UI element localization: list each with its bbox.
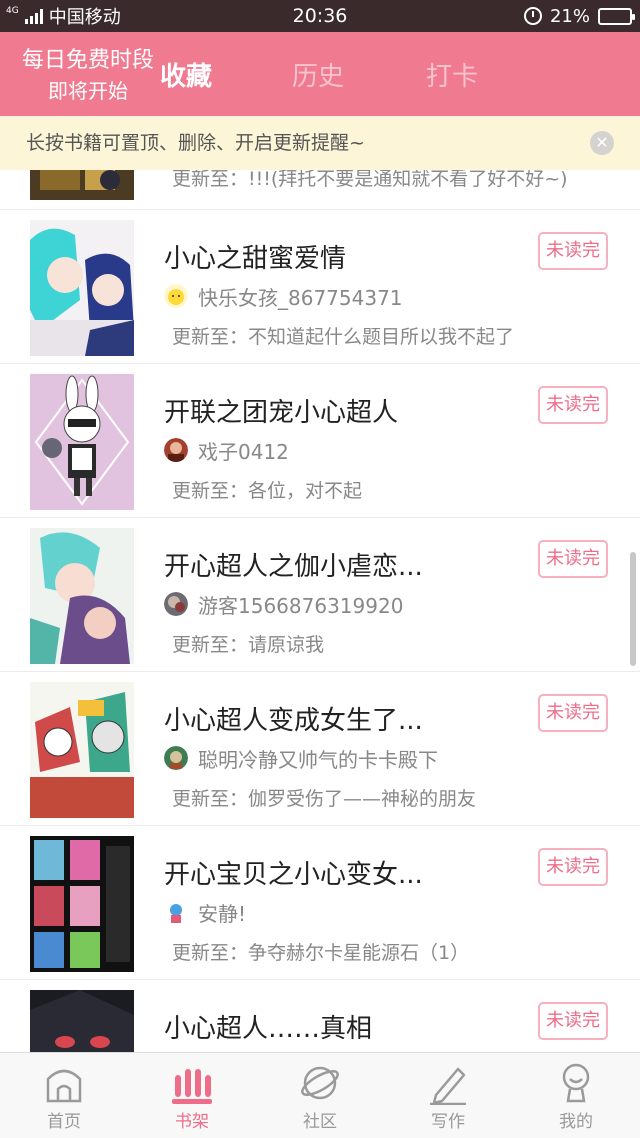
battery-charging-icon (598, 7, 635, 25)
list-item-partial[interactable]: 更新至：!!!(拜托不要是通知就不看了好不好~) (0, 170, 640, 210)
update-text: 更新至：不知道起什么题目所以我不起了 (172, 326, 515, 348)
unread-badge[interactable]: 未读完 (538, 1002, 608, 1040)
nav-home[interactable]: 首页 (0, 1053, 128, 1138)
book-cover (30, 528, 134, 664)
nav-bookshelf[interactable]: 书架 (128, 1053, 256, 1138)
book-title: 开心宝贝之小心变女... (164, 860, 423, 890)
list-item[interactable]: 小心超人……真相 未读完 (0, 980, 640, 1052)
book-cover (30, 374, 134, 510)
author-row: 戏子0412 (164, 436, 289, 464)
nav-label-home: 首页 (47, 1112, 81, 1132)
unread-badge[interactable]: 未读完 (538, 232, 608, 270)
book-title: 开联之团宠小心超人 (164, 398, 399, 428)
list-item[interactable]: 开心超人之伽小虐恋... 游客1566876319920 更新至：请原谅我 未读… (0, 518, 640, 672)
free-period-promo[interactable]: 每日免费时段 即将开始 (14, 46, 162, 106)
promo-line-1: 每日免费时段 (21, 48, 154, 73)
author-name: 游客1566876319920 (198, 593, 404, 618)
nav-label-community: 社区 (303, 1112, 337, 1132)
app-root: 4G 中国移动 20:36 21% 每日免费时段 即将开始 收藏 历史 打卡 长… (0, 0, 640, 1138)
author-name: 快乐女孩_867754371 (198, 285, 403, 310)
book-title: 小心超人变成女生了... (164, 706, 423, 736)
list-item[interactable]: 小心超人变成女生了... 聪明冷静又帅气的卡卡殿下 更新至：伽罗受伤了——神秘的… (0, 672, 640, 826)
battery-percent: 21% (549, 5, 590, 27)
scrollbar[interactable] (630, 552, 636, 666)
planet-icon (301, 1066, 339, 1100)
avatar (164, 284, 188, 308)
book-title: 开心超人之伽小虐恋... (164, 552, 423, 582)
bookshelf-icon (172, 1069, 212, 1104)
status-bar: 4G 中国移动 20:36 21% (0, 0, 640, 32)
author-row: 快乐女孩_867754371 (164, 282, 403, 310)
book-cover (30, 170, 134, 200)
alarm-icon (523, 7, 542, 25)
nav-profile[interactable]: 我的 (512, 1053, 640, 1138)
tab-history[interactable]: 历史 (292, 56, 344, 93)
book-cover (30, 682, 134, 818)
notice-text: 长按书籍可置顶、删除、开启更新提醒~ (26, 132, 365, 154)
author-row: 聪明冷静又帅气的卡卡殿下 (164, 744, 438, 772)
list-item[interactable]: 开心宝贝之小心变女... 安静! 更新至：争夺赫尔卡星能源石（1） 未读完 (0, 826, 640, 980)
author-name: 安静! (198, 901, 247, 926)
author-name: 戏子0412 (198, 439, 289, 464)
bottom-nav: 首页 书架 社区 写作 我的 (0, 1052, 640, 1138)
update-text: 更新至：伽罗受伤了——神秘的朋友 (172, 788, 477, 810)
author-row: 安静! (164, 898, 246, 926)
unread-badge[interactable]: 未读完 (538, 694, 608, 732)
close-icon[interactable]: ✕ (590, 131, 614, 155)
list-item[interactable]: 小心之甜蜜爱情 快乐女孩_867754371 更新至：不知道起什么题目所以我不起… (0, 210, 640, 364)
nav-label-bookshelf: 书架 (175, 1112, 209, 1132)
nav-label-profile: 我的 (559, 1112, 593, 1132)
avatar (164, 746, 188, 770)
author-row: 游客1566876319920 (164, 590, 403, 618)
avatar (164, 438, 188, 462)
bookshelf-header: 每日免费时段 即将开始 收藏 历史 打卡 (0, 32, 640, 116)
book-cover (30, 836, 134, 972)
unread-badge[interactable]: 未读完 (538, 386, 608, 424)
unread-badge[interactable]: 未读完 (538, 848, 608, 886)
nav-label-write: 写作 (431, 1112, 465, 1132)
update-text: 更新至：请原谅我 (172, 634, 325, 656)
book-cover (30, 220, 134, 356)
update-text: 更新至：各位，对不起 (172, 480, 363, 502)
avatar (164, 900, 188, 924)
update-text: 更新至：争夺赫尔卡星能源石（1） (172, 942, 470, 964)
author-name: 聪明冷静又帅气的卡卡殿下 (198, 747, 438, 772)
book-title: 小心超人……真相 (164, 1014, 373, 1044)
list-item[interactable]: 开联之团宠小心超人 戏子0412 更新至：各位，对不起 未读完 (0, 364, 640, 518)
book-list: 更新至：!!!(拜托不要是通知就不看了好不好~) 小心之甜蜜爱情 快乐女孩_86… (0, 170, 640, 1052)
book-title: 小心之甜蜜爱情 (164, 244, 347, 274)
update-text: 更新至：!!!(拜托不要是通知就不看了好不好~) (172, 170, 568, 190)
pen-icon (430, 1067, 466, 1105)
tab-checkin[interactable]: 打卡 (426, 56, 478, 93)
book-cover (30, 990, 134, 1052)
tab-favorites[interactable]: 收藏 (160, 56, 212, 93)
home-icon (46, 1069, 82, 1103)
nav-community[interactable]: 社区 (256, 1053, 384, 1138)
avatar (164, 592, 188, 616)
nav-write[interactable]: 写作 (384, 1053, 512, 1138)
profile-icon (562, 1063, 590, 1103)
promo-line-2: 即将开始 (48, 79, 128, 103)
notice-banner: 长按书籍可置顶、删除、开启更新提醒~ ✕ (0, 116, 640, 170)
unread-badge[interactable]: 未读完 (538, 540, 608, 578)
status-right: 21% (523, 0, 635, 32)
